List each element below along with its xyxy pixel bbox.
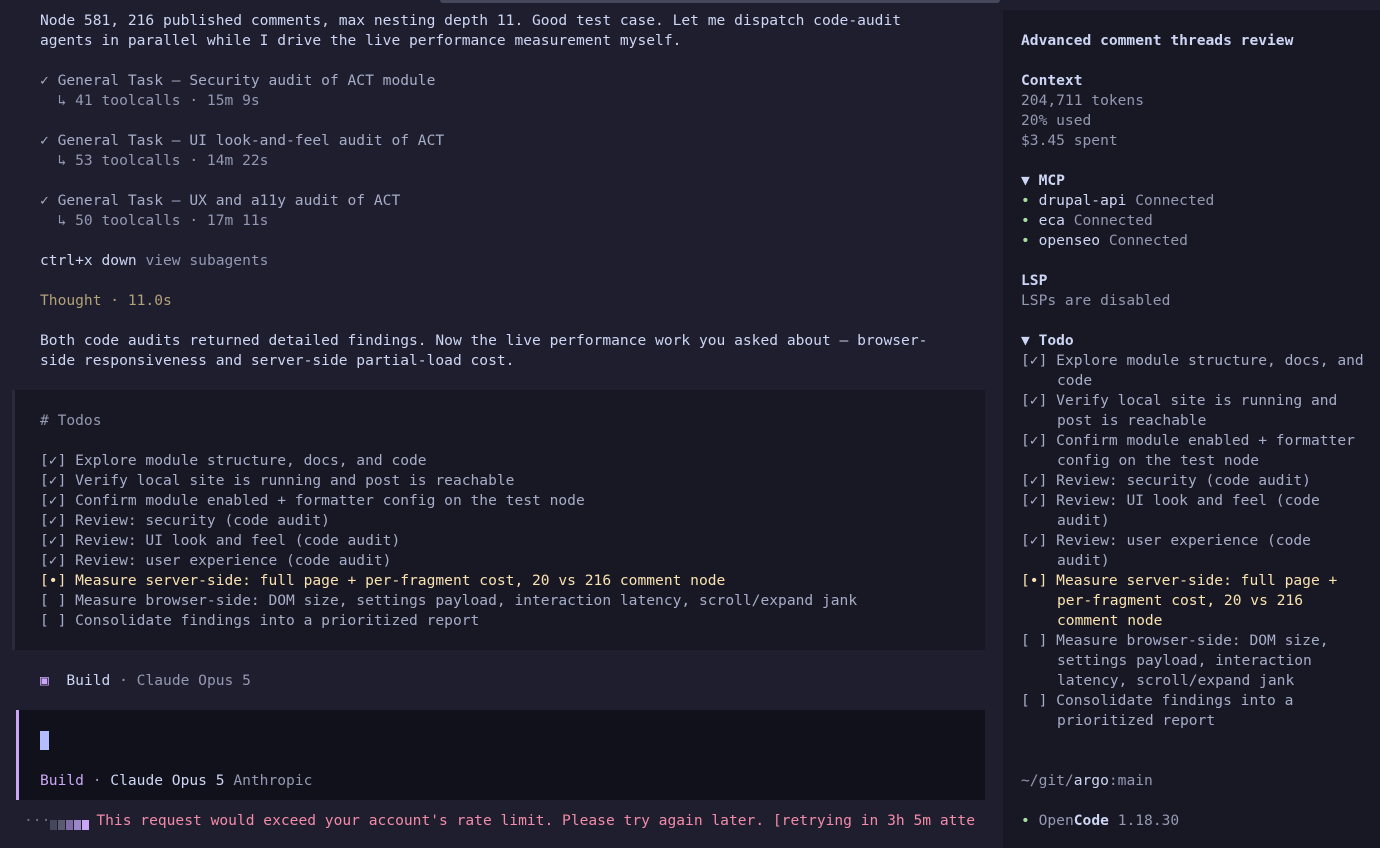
- todo-item: [✓] Review: security (code audit): [40, 512, 330, 529]
- todo-toggle[interactable]: ▼ Todo: [1021, 331, 1366, 351]
- sidebar-todo-item: [✓] Review: user experience (code audit): [1021, 532, 1311, 569]
- todo-item-active: [•] Measure server-side: full page + per…: [40, 572, 726, 589]
- todo-item: [✓] Verify local site is running and pos…: [40, 472, 515, 489]
- working-directory: ~/git/argo:main: [1021, 772, 1153, 789]
- todo-item: [ ] Measure browser-side: DOM size, sett…: [40, 592, 858, 609]
- provider-label: Anthropic: [224, 772, 313, 789]
- sidebar-todo-item: [✓] Review: UI look and feel (code audit…: [1021, 492, 1320, 529]
- scroll-indicator[interactable]: [440, 0, 1000, 3]
- todo-item: [✓] Review: user experience (code audit): [40, 552, 392, 569]
- context-heading: Context: [1021, 72, 1083, 89]
- sidebar-todo-item: [✓] Verify local site is running and pos…: [1021, 392, 1338, 429]
- todo-tool-output: # Todos [✓] Explore module structure, do…: [12, 390, 985, 650]
- session-sidebar: Advanced comment threads review Context …: [1003, 10, 1380, 848]
- task-title: ✓ General Task — UI look-and-feel audit …: [40, 132, 445, 149]
- status-dot-icon: •: [1021, 212, 1030, 229]
- mcp-server: • drupal-api Connected: [1021, 192, 1215, 209]
- task-meta: ↳ 50 toolcalls · 17m 11s: [40, 212, 269, 229]
- task-title: ✓ General Task — Security audit of ACT m…: [40, 72, 436, 89]
- subagent-task[interactable]: ✓ General Task — UX and a11y audit of AC…: [40, 191, 980, 231]
- session-title: Advanced comment threads review: [1021, 32, 1294, 49]
- rate-limit-error: This request would exceed your account's…: [96, 812, 975, 829]
- keybind-label: view subagents: [136, 252, 269, 269]
- assistant-text: Both code audits returned detailed findi…: [40, 332, 928, 349]
- task-meta: ↳ 53 toolcalls · 14m 22s: [40, 152, 269, 169]
- model-selector[interactable]: Claude Opus 5: [110, 772, 224, 789]
- status-line: ··· This request would exceed your accoun…: [24, 811, 1003, 831]
- mode-selector[interactable]: Build: [40, 772, 84, 789]
- context-spent: $3.45 spent: [1021, 132, 1118, 149]
- app-version: • OpenCode 1.18.30: [1021, 811, 1179, 831]
- assistant-text: side responsiveness and server-side part…: [40, 352, 515, 369]
- todos-heading: # Todos: [40, 412, 102, 429]
- text-cursor: [40, 731, 49, 750]
- mcp-toggle[interactable]: ▼ MCP: [1021, 171, 1366, 191]
- build-square-icon: ▣: [40, 672, 49, 689]
- task-title: ✓ General Task — UX and a11y audit of AC…: [40, 192, 401, 209]
- todo-item: [ ] Consolidate findings into a prioriti…: [40, 612, 480, 629]
- mode-label: Build: [66, 672, 111, 689]
- todo-item: [✓] Explore module structure, docs, and …: [40, 452, 427, 469]
- task-meta: ↳ 41 toolcalls · 15m 9s: [40, 92, 260, 109]
- mcp-server: • openseo Connected: [1021, 232, 1188, 249]
- context-used: 20% used: [1021, 112, 1092, 129]
- sidebar-todo-item: [ ] Consolidate findings into a prioriti…: [1021, 692, 1294, 729]
- message-list: Node 581, 216 published comments, max ne…: [40, 11, 980, 371]
- sidebar-todo-item: [ ] Measure browser-side: DOM size, sett…: [1021, 632, 1329, 689]
- spinner-icon: [50, 816, 90, 830]
- assistant-text: agents in parallel while I drive the liv…: [40, 32, 682, 49]
- version-number: 1.18.30: [1108, 812, 1180, 829]
- prompt-footer: Build · Claude Opus 5 Anthropic: [40, 772, 313, 789]
- opencode-window: Node 581, 216 published comments, max ne…: [0, 0, 1380, 848]
- sidebar-todo-item: [✓] Explore module structure, docs, and …: [1021, 352, 1364, 389]
- model-label: Claude Opus 5: [136, 672, 251, 689]
- todo-item: [✓] Review: UI look and feel (code audit…: [40, 532, 401, 549]
- prompt-input[interactable]: Build · Claude Opus 5 Anthropic: [16, 710, 985, 800]
- keybind: ctrl+x down: [40, 252, 137, 269]
- status-dot-icon: •: [1021, 232, 1030, 249]
- brand-open: Open: [1038, 812, 1074, 829]
- assistant-text: Node 581, 216 published comments, max ne…: [40, 12, 902, 29]
- agent-mode-indicator: ▣ Build · Claude Opus 5: [40, 672, 251, 689]
- todo-item: [✓] Confirm module enabled + formatter c…: [40, 492, 585, 509]
- thought-indicator[interactable]: Thought · 11.0s: [40, 291, 980, 311]
- sidebar-todo-item: [✓] Confirm module enabled + formatter c…: [1021, 432, 1355, 469]
- lsp-status: LSPs are disabled: [1021, 292, 1171, 309]
- transcript-pane[interactable]: Node 581, 216 published comments, max ne…: [0, 0, 1003, 848]
- status-dot-icon: •: [1021, 812, 1030, 829]
- brand-code: Code: [1073, 812, 1109, 829]
- subagent-task[interactable]: ✓ General Task — UI look-and-feel audit …: [40, 131, 980, 171]
- mcp-server: • eca Connected: [1021, 212, 1153, 229]
- sidebar-todo-item: [✓] Review: security (code audit): [1021, 472, 1311, 489]
- subagents-hint: ctrl+x down view subagents: [40, 251, 980, 271]
- lsp-heading: LSP: [1021, 272, 1048, 289]
- status-dot-icon: •: [1021, 192, 1030, 209]
- sidebar-todo-item-active: [•] Measure server-side: full page + per…: [1021, 572, 1338, 629]
- context-tokens: 204,711 tokens: [1021, 92, 1145, 109]
- subagent-task[interactable]: ✓ General Task — Security audit of ACT m…: [40, 71, 980, 111]
- progress-dots: ···: [24, 812, 51, 829]
